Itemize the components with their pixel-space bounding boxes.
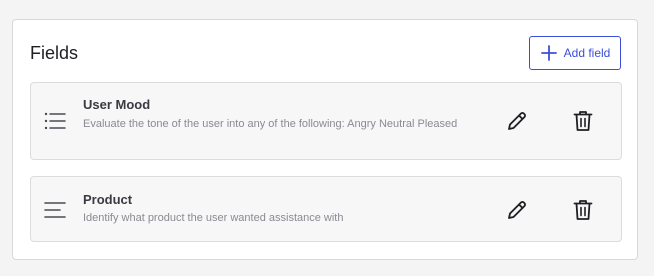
field-name: Product [83,192,133,207]
edit-icon[interactable] [504,197,530,223]
field-description: Identify what product the user wanted as… [83,212,344,224]
field-card-product: Product Identify what product the user w… [30,176,622,242]
edit-icon[interactable] [504,108,530,134]
panel-title: Fields [30,43,79,63]
trash-icon[interactable] [570,108,596,134]
fields-panel: Fields Add field User Mood Evaluate the … [12,19,638,260]
add-field-label: Add field [563,46,611,60]
field-card-user-mood: User Mood Evaluate the tone of the user … [30,82,622,160]
list-icon[interactable] [44,111,66,131]
plus-icon [540,44,558,62]
field-name: User Mood [83,97,151,112]
field-description: Evaluate the tone of the user into any o… [83,118,458,130]
add-field-button[interactable]: Add field [529,36,621,70]
text-lines-icon[interactable] [44,200,66,220]
trash-icon[interactable] [570,197,596,223]
